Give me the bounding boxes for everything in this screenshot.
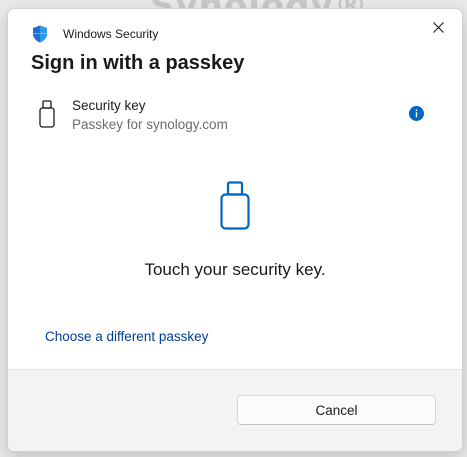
dialog-heading: Sign in with a passkey: [31, 52, 245, 74]
windows-security-dialog: Windows Security Sign in with a passkey …: [7, 8, 463, 452]
authenticator-title: Security key: [72, 98, 146, 113]
title-bar: Windows Security: [8, 9, 462, 49]
cancel-button[interactable]: Cancel: [237, 395, 436, 425]
info-icon[interactable]: [409, 106, 424, 121]
close-button[interactable]: [424, 15, 452, 43]
usb-key-illustration-icon: [219, 181, 251, 236]
authenticator-row: Security key Passkey for synology.com: [8, 93, 462, 143]
choose-different-passkey-link[interactable]: Choose a different passkey: [45, 329, 208, 344]
dialog-footer: Cancel: [8, 369, 462, 451]
usb-key-icon: [38, 100, 56, 133]
app-title: Windows Security: [63, 27, 159, 41]
touch-key-prompt: Touch your security key.: [144, 260, 326, 279]
close-icon: [432, 20, 444, 38]
authenticator-subtitle: Passkey for synology.com: [72, 117, 228, 132]
shield-icon: [32, 25, 48, 43]
